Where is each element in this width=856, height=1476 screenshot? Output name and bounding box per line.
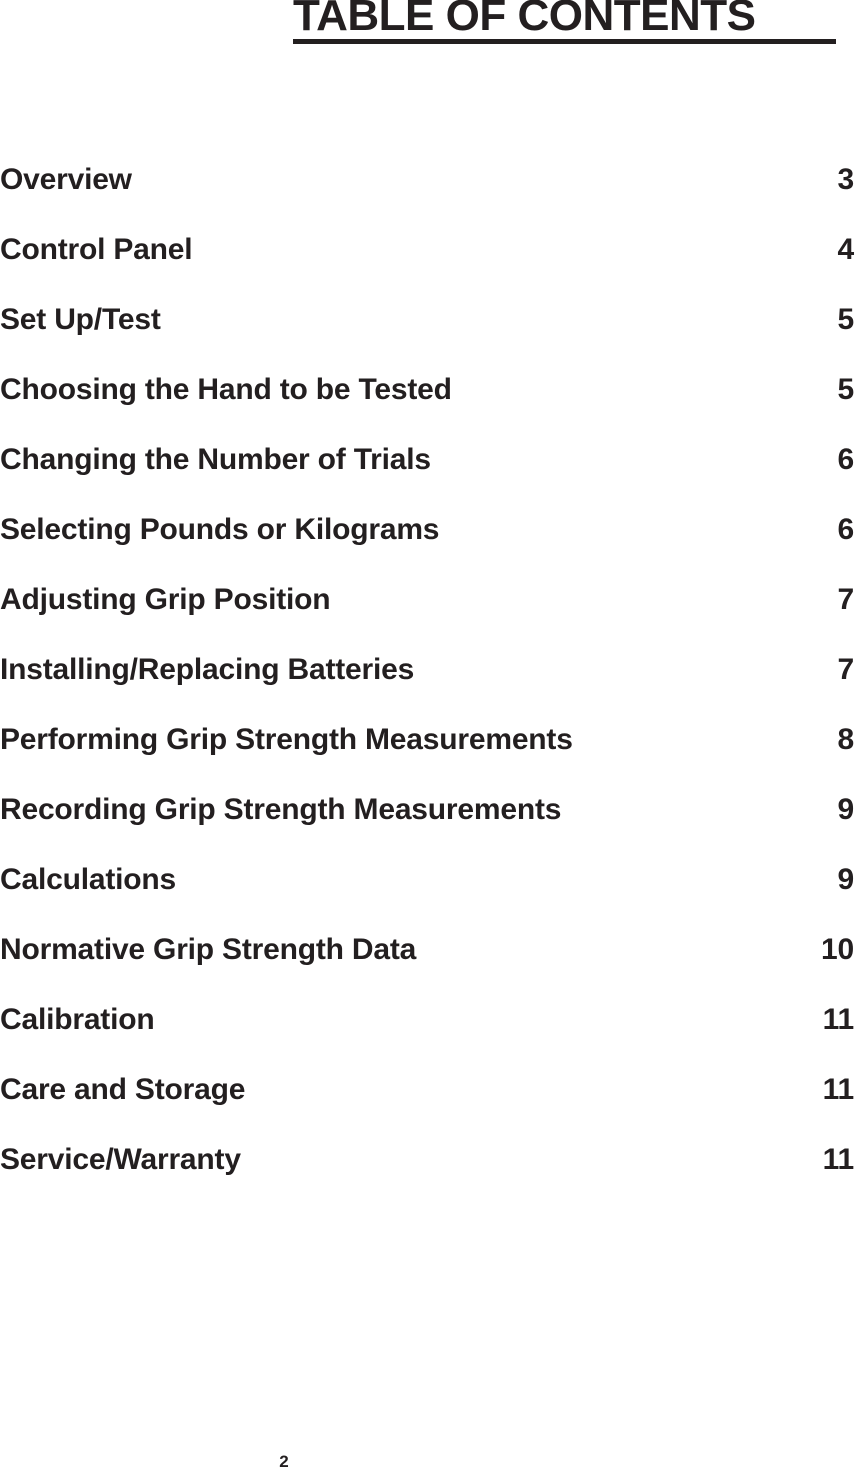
footer-page-number: 2 (279, 1452, 289, 1471)
toc-entry[interactable]: Recording Grip Strength Measurements 9 (0, 790, 856, 860)
toc-entry[interactable]: Performing Grip Strength Measurements 8 (0, 720, 856, 790)
document-page: TABLE OF CONTENTS Overview 3 Control Panel… (0, 0, 856, 1476)
toc-entry-title: Normative Grip Strength Data (0, 933, 417, 966)
toc-entry-page-number: 8 (837, 723, 855, 756)
toc-entry[interactable]: Calculations 9 (0, 860, 856, 930)
toc-entry-title: Recording Grip Strength Measurements (0, 793, 562, 826)
toc-entry[interactable]: Care and Storage 11 (0, 1070, 856, 1140)
toc-entry[interactable]: Changing the Number of Trials 6 (0, 440, 856, 510)
toc-entry-title: Selecting Pounds or Kilograms (0, 513, 440, 546)
toc-entry-title: Performing Grip Strength Measurements (0, 723, 573, 756)
toc-entry[interactable]: Calibration 11 (0, 1000, 856, 1070)
toc-entry-page-number: 10 (821, 933, 854, 966)
page-title-block: TABLE OF CONTENTS (0, 0, 856, 52)
toc-entry[interactable]: Control Panel 4 (0, 230, 856, 300)
toc-entry-page-number: 5 (837, 303, 855, 336)
toc-entry-page-number: 4 (837, 233, 855, 266)
toc-entry-title: Choosing the Hand to be Tested (0, 373, 452, 406)
toc-entry[interactable]: Overview 3 (0, 160, 856, 230)
toc-entry-title: Calibration (0, 1003, 155, 1036)
toc-entry[interactable]: Service/Warranty 11 (0, 1140, 856, 1210)
toc-entry-title: Set Up/Test (0, 303, 161, 336)
toc-entry-page-number: 7 (837, 653, 855, 686)
page-title: TABLE OF CONTENTS (293, 0, 756, 40)
toc-entry-title: Installing/Replacing Batteries (0, 653, 415, 686)
toc-entry-page-number: 11 (822, 1143, 855, 1176)
title-underline-rule (293, 39, 836, 44)
toc-entry-title: Calculations (0, 863, 176, 896)
toc-entry-title: Care and Storage (0, 1073, 246, 1106)
toc-entry[interactable]: Selecting Pounds or Kilograms 6 (0, 510, 856, 580)
toc-entry-page-number: 7 (837, 583, 855, 616)
toc-entry-title: Control Panel (0, 233, 193, 266)
toc-entry[interactable]: Normative Grip Strength Data 10 (0, 930, 856, 1000)
toc-entry-page-number: 6 (837, 513, 855, 546)
toc-entry[interactable]: Installing/Replacing Batteries 7 (0, 650, 856, 720)
toc-entry[interactable]: Adjusting Grip Position 7 (0, 580, 856, 650)
toc-entry-page-number: 6 (837, 443, 855, 476)
toc-entry-title: Service/Warranty (0, 1143, 241, 1176)
toc-entry[interactable]: Set Up/Test 5 (0, 300, 856, 370)
toc-entry-title: Overview (0, 163, 132, 196)
toc-entry[interactable]: Choosing the Hand to be Tested 5 (0, 370, 856, 440)
toc-entry-title: Changing the Number of Trials (0, 443, 431, 476)
table-of-contents-list: Overview 3 Control Panel 4 Set Up/Test 5 Choos… (0, 160, 856, 1210)
toc-entry-page-number: 9 (837, 793, 855, 826)
toc-entry-page-number: 3 (837, 163, 855, 196)
toc-entry-page-number: 11 (822, 1073, 855, 1106)
toc-entry-title: Adjusting Grip Position (0, 583, 331, 616)
toc-entry-page-number: 5 (837, 373, 855, 406)
toc-entry-page-number: 11 (822, 1003, 855, 1036)
toc-entry-page-number: 9 (837, 863, 855, 896)
